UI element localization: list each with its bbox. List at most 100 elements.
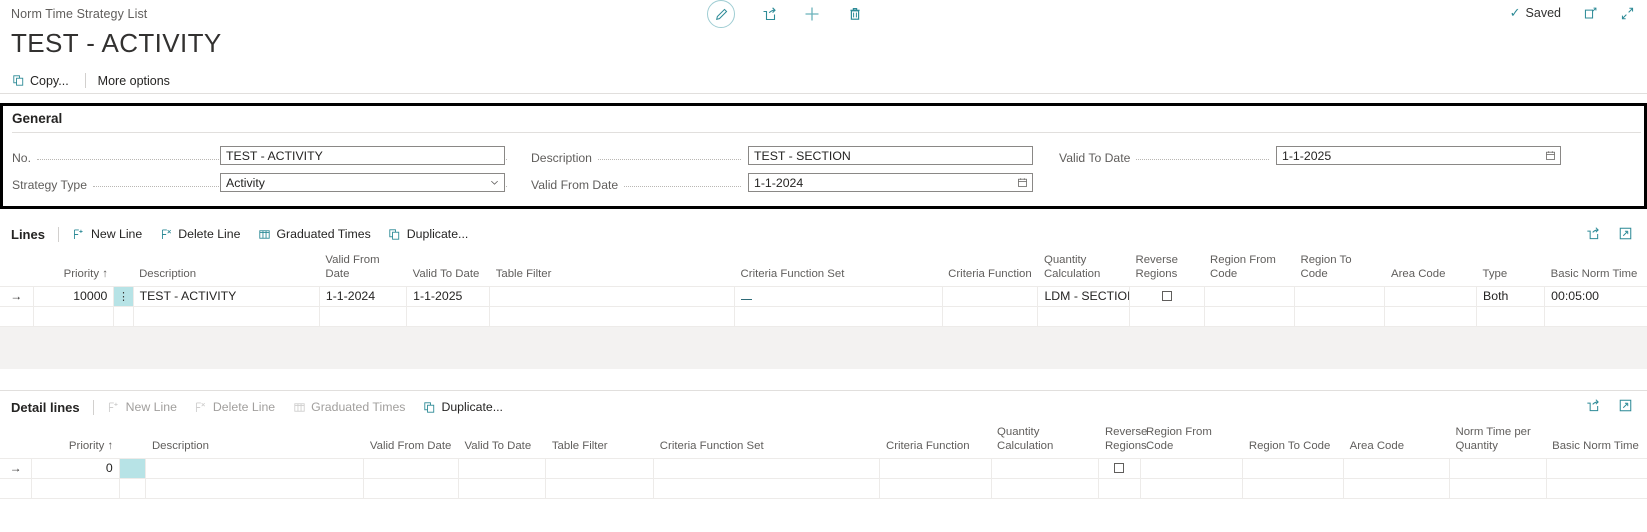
valid-from-date-input[interactable]: 1-1-2024: [748, 173, 1033, 192]
cell-table-filter[interactable]: [545, 457, 655, 479]
col-table-filter[interactable]: Table Filter: [490, 252, 735, 286]
cell-priority[interactable]: 10000: [33, 285, 115, 307]
col-reverse-regions[interactable]: Reverse Regions: [1099, 424, 1147, 458]
calendar-icon[interactable]: [1017, 177, 1028, 188]
col-description[interactable]: Description: [133, 252, 319, 286]
col-valid-from-date[interactable]: Valid From Date: [364, 424, 459, 458]
cell-quantity-calculation[interactable]: LDM - SECTION: [1037, 285, 1130, 307]
lines-new-line-button[interactable]: New Line: [72, 227, 142, 241]
cell-criteria-function-set[interactable]: [734, 285, 943, 307]
col-region-from-code[interactable]: Region From Code: [1204, 252, 1294, 286]
col-region-from-code[interactable]: Region From Code: [1140, 424, 1243, 458]
cell-reverse-regions[interactable]: [1098, 478, 1141, 499]
cell-description[interactable]: [133, 306, 320, 327]
cell-region-from-code[interactable]: [1204, 285, 1296, 307]
share-icon[interactable]: [761, 6, 777, 22]
lines-duplicate-button[interactable]: Duplicate...: [388, 227, 468, 241]
table-row[interactable]: → 0: [0, 457, 1647, 479]
cell-priority[interactable]: [33, 306, 115, 327]
table-row[interactable]: [0, 306, 1647, 327]
calendar-icon[interactable]: [1545, 150, 1556, 161]
cell-table-filter[interactable]: [545, 478, 655, 499]
cell-region-to-code[interactable]: [1242, 478, 1345, 499]
strategy-type-select[interactable]: Activity: [220, 173, 505, 192]
no-input[interactable]: TEST - ACTIVITY: [220, 146, 505, 165]
plus-icon[interactable]: [803, 5, 821, 23]
cell-criteria-function[interactable]: [879, 478, 992, 499]
cell-reverse-regions[interactable]: [1129, 306, 1205, 327]
col-reverse-regions[interactable]: Reverse Regions: [1130, 252, 1205, 286]
cell-valid-from-date[interactable]: [363, 478, 459, 499]
cell-region-from-code[interactable]: [1204, 306, 1296, 327]
col-region-to-code[interactable]: Region To Code: [1295, 252, 1385, 286]
chevron-down-icon[interactable]: [489, 177, 500, 188]
row-menu-button[interactable]: [119, 478, 147, 499]
col-criteria-function[interactable]: Criteria Function: [942, 252, 1038, 286]
cell-basic-norm-time[interactable]: 00:05:00: [1544, 285, 1647, 307]
cell-quantity-calculation[interactable]: [991, 478, 1100, 499]
col-criteria-function-set[interactable]: Criteria Function Set: [654, 424, 880, 458]
collapse-icon[interactable]: [1620, 6, 1635, 21]
cell-valid-to-date[interactable]: [458, 457, 547, 479]
cell-area-code[interactable]: [1384, 285, 1478, 307]
cell-region-from-code[interactable]: [1140, 457, 1244, 479]
col-valid-from-date[interactable]: Valid From Date: [319, 252, 406, 286]
cell-criteria-function-set[interactable]: [734, 306, 943, 327]
cell-valid-from-date[interactable]: [363, 457, 459, 479]
row-menu-button[interactable]: [113, 306, 134, 327]
cell-area-code[interactable]: [1343, 478, 1450, 499]
col-criteria-function[interactable]: Criteria Function: [880, 424, 991, 458]
cell-description[interactable]: [145, 457, 365, 479]
col-basic-norm-time[interactable]: Basic Norm Time: [1546, 424, 1647, 458]
cell-norm-time-per-quantity[interactable]: [1449, 457, 1547, 479]
open-in-new-window-icon[interactable]: [1583, 6, 1598, 21]
expand-grid-icon[interactable]: [1618, 398, 1633, 413]
col-type[interactable]: Type: [1477, 252, 1545, 286]
cell-criteria-function[interactable]: [879, 457, 992, 479]
share-icon[interactable]: [1585, 398, 1600, 413]
more-options-button[interactable]: More options: [98, 72, 178, 90]
cell-region-to-code[interactable]: [1294, 285, 1386, 307]
cell-quantity-calculation[interactable]: [991, 457, 1100, 479]
col-area-code[interactable]: Area Code: [1344, 424, 1450, 458]
description-input[interactable]: TEST - SECTION: [748, 146, 1033, 165]
cell-description[interactable]: TEST - ACTIVITY: [133, 285, 320, 307]
cell-valid-from-date[interactable]: [319, 306, 408, 327]
cell-basic-norm-time[interactable]: [1544, 306, 1647, 327]
cell-priority[interactable]: 0: [31, 457, 120, 479]
col-table-filter[interactable]: Table Filter: [546, 424, 654, 458]
col-region-to-code[interactable]: Region To Code: [1243, 424, 1344, 458]
cell-type[interactable]: [1476, 306, 1546, 327]
copy-button[interactable]: Copy...: [11, 72, 77, 90]
col-valid-to-date[interactable]: Valid To Date: [458, 424, 545, 458]
cell-region-from-code[interactable]: [1140, 478, 1244, 499]
col-quantity-calculation[interactable]: Quantity Calculation: [991, 424, 1099, 458]
col-description[interactable]: Description: [146, 424, 364, 458]
reverse-regions-checkbox[interactable]: [1161, 291, 1172, 301]
col-priority[interactable]: Priority ↑: [32, 424, 119, 458]
row-menu-button[interactable]: ⋮: [113, 285, 134, 307]
cell-area-code[interactable]: [1384, 306, 1478, 327]
cell-valid-to-date[interactable]: [406, 306, 491, 327]
edit-pencil-icon[interactable]: [707, 0, 735, 28]
cell-table-filter[interactable]: [489, 285, 736, 307]
cell-region-to-code[interactable]: [1294, 306, 1386, 327]
cell-criteria-function-set[interactable]: [653, 478, 881, 499]
reverse-regions-checkbox[interactable]: [1114, 463, 1125, 473]
col-area-code[interactable]: Area Code: [1385, 252, 1477, 286]
lines-graduated-times-button[interactable]: Graduated Times: [257, 227, 371, 241]
cell-reverse-regions[interactable]: [1129, 285, 1205, 307]
cell-criteria-function[interactable]: [942, 285, 1039, 307]
col-quantity-calculation[interactable]: Quantity Calculation: [1038, 252, 1130, 286]
cell-priority[interactable]: [31, 478, 120, 499]
cell-valid-to-date[interactable]: 1-1-2025: [406, 285, 491, 307]
cell-description[interactable]: [145, 478, 365, 499]
trash-icon[interactable]: [847, 6, 863, 22]
col-basic-norm-time[interactable]: Basic Norm Time: [1545, 252, 1647, 286]
cell-criteria-function[interactable]: [942, 306, 1039, 327]
cell-reverse-regions[interactable]: [1098, 457, 1141, 479]
detail-duplicate-button[interactable]: Duplicate...: [422, 400, 503, 414]
col-norm-time-per-quantity[interactable]: Norm Time per Quantity: [1449, 424, 1546, 458]
row-menu-button[interactable]: [119, 457, 147, 479]
cell-region-to-code[interactable]: [1242, 457, 1345, 479]
